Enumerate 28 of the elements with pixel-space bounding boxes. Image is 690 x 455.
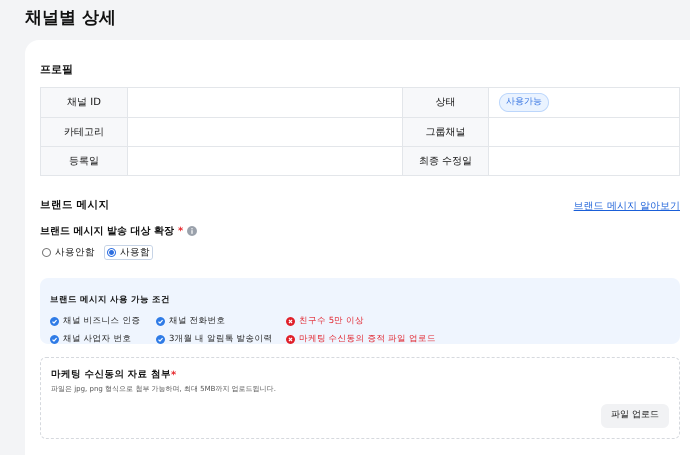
table-header-cell: 상태: [403, 88, 489, 117]
table-header-cell: 그룹채널: [403, 118, 489, 146]
radio-button[interactable]: [42, 248, 51, 256]
upload-title: 마케팅 수신동의 자료 첨부: [51, 368, 171, 382]
page-title: 채널별 상세: [25, 7, 116, 30]
field-label: 브랜드 메시지 발송 대상 확장: [40, 224, 174, 238]
learn-more-link[interactable]: 브랜드 메시지 알아보기: [574, 198, 680, 214]
required-mark: *: [170, 369, 176, 383]
radio-option[interactable]: 사용함: [105, 246, 152, 258]
table-header-cell: 채널 ID: [41, 88, 128, 117]
condition-label: 친구수 5만 이상: [299, 315, 364, 327]
table-header-cell: 최종 수정일: [403, 147, 489, 175]
radio-option[interactable]: 사용안함: [40, 246, 97, 258]
section-title: 브랜드 메시지: [40, 198, 110, 214]
table-header-cell: 등록일: [41, 147, 128, 175]
condition-label: 마케팅 수신동의 증적 파일 업로드: [299, 333, 436, 345]
condition-label: 채널 전화번호: [169, 315, 226, 327]
info-icon: [187, 226, 198, 236]
table-header-cell: 카테고리: [41, 118, 128, 146]
condition-label: 채널 비즈니스 인증: [63, 315, 140, 327]
panel-title: 브랜드 메시지 사용 가능 조건: [50, 294, 170, 306]
condition-label: 3개월 내 알림톡 발송이력: [169, 333, 273, 345]
file-upload-button[interactable]: 파일 업로드: [601, 404, 669, 428]
radio-button[interactable]: [107, 248, 116, 256]
required-mark: *: [178, 224, 184, 238]
section-title: 프로필: [40, 62, 73, 78]
condition-label: 채널 사업자 번호: [63, 333, 132, 345]
status-badge: 사용가능: [499, 92, 549, 112]
